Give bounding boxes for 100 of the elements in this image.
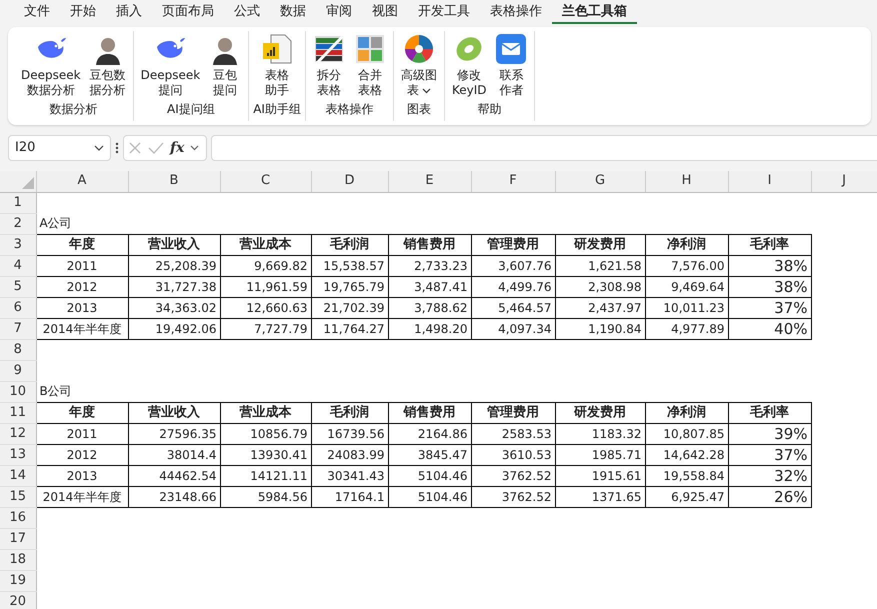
menu-tab[interactable]: 审阅 <box>316 1 362 24</box>
select-all-icon[interactable] <box>22 177 34 190</box>
group-label: 图表 <box>406 101 431 118</box>
column-heading: 毛利率 <box>728 402 811 423</box>
menu-tab[interactable]: 文件 <box>14 1 60 24</box>
table-cell: 10856.79 <box>220 423 311 444</box>
table-cell: 7,727.79 <box>220 318 311 339</box>
table-cell: 40% <box>728 318 811 339</box>
table-cell: 23148.66 <box>128 486 220 507</box>
table-cell: 10,011.23 <box>645 297 728 318</box>
name-box[interactable]: I20 <box>8 135 111 161</box>
row-header[interactable]: 1 <box>0 192 36 213</box>
menu-tab[interactable]: 公式 <box>224 1 270 24</box>
menu-tab[interactable]: 数据 <box>270 1 316 24</box>
menu-tab[interactable]: 插入 <box>106 1 152 24</box>
row-header[interactable]: 8 <box>0 339 36 360</box>
table-cell: 6,925.47 <box>645 486 728 507</box>
table-cell: 26% <box>728 486 811 507</box>
table-cell: 15,538.57 <box>311 255 388 276</box>
row-header[interactable]: 15 <box>0 486 36 507</box>
row-header[interactable]: 12 <box>0 423 36 444</box>
insert-function-button[interactable]: fx <box>170 138 184 158</box>
column-heading: 毛利润 <box>311 234 388 255</box>
table-cell: 1,498.20 <box>388 318 471 339</box>
row-header[interactable]: 7 <box>0 318 36 339</box>
row-header[interactable]: 14 <box>0 465 36 486</box>
spreadsheet-chart-icon <box>263 34 292 64</box>
row-header[interactable]: 4 <box>0 255 36 276</box>
row-header[interactable]: 20 <box>0 591 36 609</box>
table-cell: 37% <box>728 444 811 465</box>
table-cell: 14,642.28 <box>645 444 728 465</box>
split-table-icon <box>314 34 344 64</box>
table-cell: 11,961.59 <box>220 276 311 297</box>
row-header[interactable]: 6 <box>0 297 36 318</box>
menu-tab[interactable]: 视图 <box>362 1 408 24</box>
row-header[interactable]: 17 <box>0 528 36 549</box>
row-header[interactable]: 5 <box>0 276 36 297</box>
row-header[interactable]: 18 <box>0 549 36 570</box>
table-cell: 12,660.63 <box>220 297 311 318</box>
formula-input[interactable] <box>211 135 877 161</box>
column-header[interactable]: C <box>220 171 311 192</box>
column-header[interactable]: F <box>471 171 555 192</box>
table-cell: 19,765.79 <box>311 276 388 297</box>
table-cell: 2012 <box>36 276 128 297</box>
group-label: AI助手组 <box>253 101 301 118</box>
ribbon-button[interactable]: 豆包数 据分析 <box>86 31 129 100</box>
row-header[interactable]: 10 <box>0 381 36 402</box>
table-cell: 21,702.39 <box>311 297 388 318</box>
row-header[interactable]: 2 <box>0 213 36 234</box>
column-heading: 净利润 <box>645 402 728 423</box>
column-heading: 研发费用 <box>555 234 645 255</box>
row-header[interactable]: 13 <box>0 444 36 465</box>
table-cell: 4,097.34 <box>471 318 555 339</box>
ribbon-button[interactable]: 豆包 提问 <box>206 31 244 100</box>
table-cell: 37% <box>728 297 811 318</box>
ribbon-button[interactable]: Deepseek 数据分析 <box>18 31 84 100</box>
ribbon-button[interactable]: Deepseek 提问 <box>138 31 204 100</box>
ribbon-button[interactable]: 高级图 表 <box>398 31 440 100</box>
group-label: AI提问组 <box>167 101 215 118</box>
ribbon-button[interactable]: 联系 作者 <box>492 31 530 100</box>
table-cell: 5104.46 <box>388 465 471 486</box>
ribbon-button[interactable]: 表格 助手 <box>258 31 296 100</box>
row-header[interactable]: 9 <box>0 360 36 381</box>
ribbon-button[interactable]: 修改 KeyID <box>448 31 490 100</box>
grid-icon <box>356 35 384 63</box>
row-header[interactable]: 11 <box>0 402 36 423</box>
column-header[interactable]: B <box>128 171 220 192</box>
table-cell: 14121.11 <box>220 465 311 486</box>
row-header[interactable]: 3 <box>0 234 36 255</box>
menu-tab[interactable]: 开发工具 <box>408 1 480 24</box>
column-header[interactable]: D <box>311 171 388 192</box>
row-header[interactable]: 19 <box>0 570 36 591</box>
column-header[interactable]: A <box>36 171 128 192</box>
table-cell: 16739.56 <box>311 423 388 444</box>
menu-tab[interactable]: 开始 <box>60 1 106 24</box>
column-header[interactable]: G <box>555 171 645 192</box>
ribbon-button[interactable]: 合并 表格 <box>350 31 389 100</box>
table-cell: 5,464.57 <box>471 297 555 318</box>
cancel-icon[interactable] <box>129 142 141 154</box>
row-header[interactable]: 16 <box>0 507 36 528</box>
table-cell: 3762.52 <box>471 465 555 486</box>
column-header[interactable]: H <box>645 171 728 192</box>
whale-icon <box>157 38 186 58</box>
column-header[interactable]: E <box>388 171 471 192</box>
table-cell: 31,727.38 <box>128 276 220 297</box>
table-cell: 39% <box>728 423 811 444</box>
menu-tab[interactable]: 兰色工具箱 <box>552 1 637 24</box>
column-header[interactable]: I <box>728 171 811 192</box>
more-icon[interactable] <box>116 142 118 154</box>
column-heading: 管理费用 <box>471 234 555 255</box>
menu-tab[interactable]: 页面布局 <box>152 1 224 24</box>
table-cell: 4,499.76 <box>471 276 555 297</box>
check-icon[interactable] <box>148 142 164 154</box>
table-cell: 38% <box>728 255 811 276</box>
table-cell: 1183.32 <box>555 423 645 444</box>
table-title: B公司 <box>36 381 128 402</box>
table-cell: 25,208.39 <box>128 255 220 276</box>
ribbon-button[interactable]: 拆分 表格 <box>310 31 348 100</box>
column-header[interactable]: J <box>811 171 877 192</box>
menu-tab[interactable]: 表格操作 <box>480 1 552 24</box>
